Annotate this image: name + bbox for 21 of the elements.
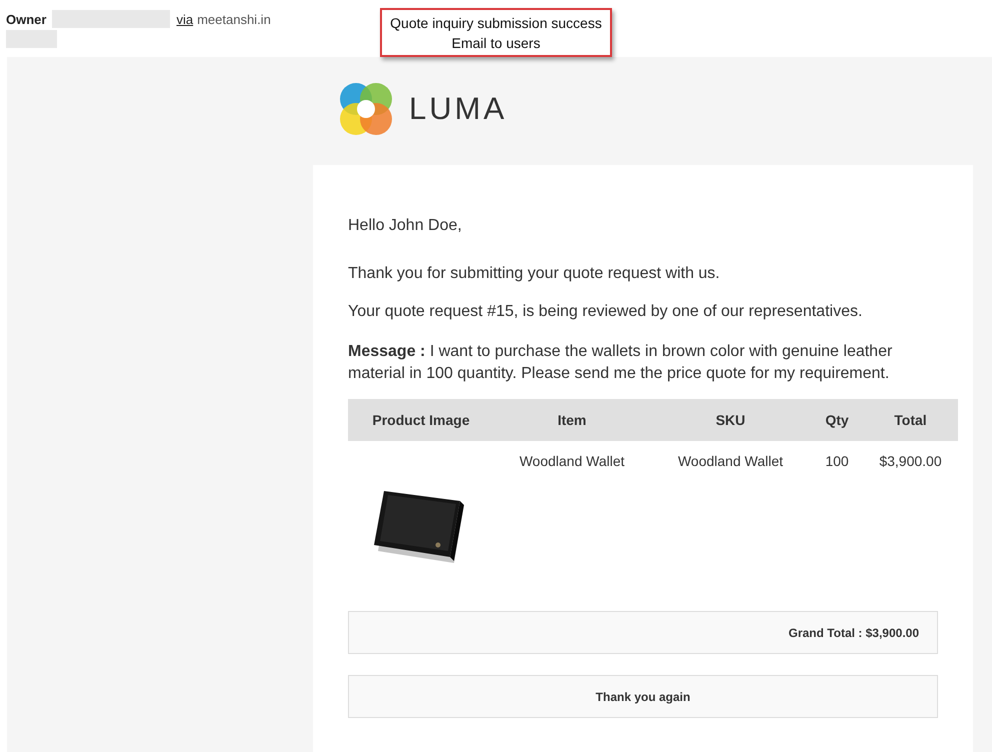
table-cell: 100 (811, 441, 863, 589)
greeting: Hello John Doe, (348, 217, 463, 235)
column-header: Total (863, 399, 958, 441)
column-header: SKU (650, 399, 811, 441)
column-header: Item (494, 399, 650, 441)
logo-text: LUMA (409, 91, 508, 127)
table-cell: Woodland Wallet (650, 441, 811, 589)
paragraph: Your quote request #15, is being reviewed by one of our representatives. (348, 303, 864, 321)
sender-domain: meetanshi.in (197, 12, 271, 26)
logo-icon (339, 82, 393, 136)
column-header: Qty (811, 399, 863, 441)
closing-bar: Thank you again (348, 675, 938, 718)
paragraph: Thank you for submitting your quote request with us. (348, 265, 721, 283)
annotation-callout: Quote inquiry submission success Email to users (380, 8, 612, 57)
grand-total-bar: Grand Total : $3,900.00 (348, 611, 938, 654)
message-text: Message : I want to purchase the wallets in brown color with genuine leather material in 100 quantity. Please send me the price quote for my requirement. (348, 342, 894, 384)
via-link[interactable]: via (176, 12, 194, 26)
column-header: Product Image (348, 399, 494, 441)
sender-name: Owner (6, 12, 46, 26)
table-cell: $3,900.00 (863, 441, 958, 589)
table-cell: Woodland Wallet (494, 441, 650, 589)
